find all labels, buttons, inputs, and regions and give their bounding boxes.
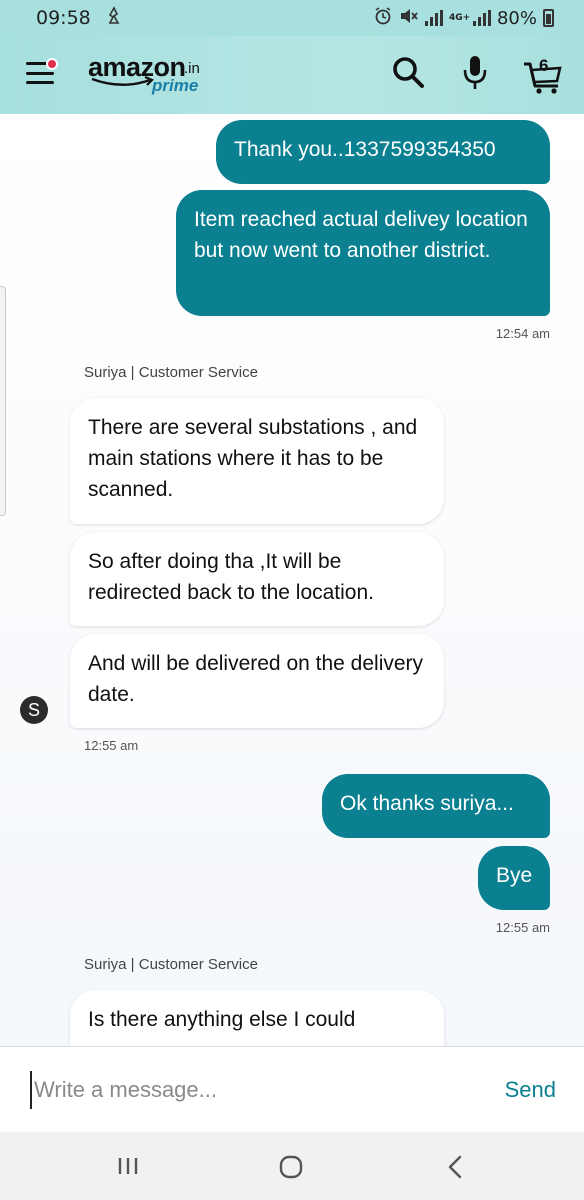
agent-avatar: S: [20, 696, 48, 724]
notification-dot: [46, 58, 58, 70]
message-composer: Send: [0, 1046, 584, 1132]
incoming-message[interactable]: So after doing tha ,It will be redirecte…: [70, 532, 444, 626]
message-input[interactable]: [30, 1071, 450, 1109]
cart-icon[interactable]: 6: [522, 54, 566, 94]
outgoing-message[interactable]: Item reached actual delivey location but…: [176, 190, 550, 316]
send-button[interactable]: Send: [505, 1077, 556, 1103]
battery-percent: 80%: [496, 7, 537, 29]
signal-icon: [424, 10, 443, 26]
status-left: 09:58: [36, 5, 123, 31]
incoming-message[interactable]: Is there anything else I could: [70, 990, 444, 1046]
message-timestamp: 12:54 am: [495, 326, 550, 341]
status-time: 09:58: [36, 7, 91, 29]
app-header: amazon .in prime 6: [0, 36, 584, 114]
cart-count: 6: [539, 56, 549, 75]
outgoing-message[interactable]: Ok thanks suriya...: [322, 774, 550, 838]
outgoing-message[interactable]: Bye: [478, 846, 550, 910]
search-icon[interactable]: [390, 54, 426, 95]
status-bar: 09:58 4G+ 80%: [0, 0, 584, 36]
battery-icon: [543, 9, 554, 27]
mute-icon: [399, 7, 419, 30]
incoming-message[interactable]: And will be delivered on the delivery da…: [70, 634, 444, 728]
alarm-icon: [373, 6, 393, 31]
system-nav-bar: [0, 1132, 584, 1200]
back-icon[interactable]: [444, 1154, 466, 1185]
recent-apps-icon[interactable]: [116, 1154, 140, 1183]
signal-icon-2: [472, 10, 491, 26]
logo-prime: prime: [152, 76, 199, 95]
smile-arrow-icon: [91, 76, 154, 86]
notification-icon: [105, 5, 123, 31]
agent-label: Suriya | Customer Service: [84, 956, 258, 973]
amazon-logo[interactable]: amazon .in prime: [88, 52, 218, 96]
network-label: 4G+: [448, 12, 471, 23]
outgoing-message[interactable]: Thank you..1337599354350: [216, 120, 550, 184]
agent-label: Suriya | Customer Service: [84, 364, 258, 381]
home-icon[interactable]: [278, 1154, 304, 1185]
chat-conversation[interactable]: Thank you..1337599354350 Item reached ac…: [0, 114, 584, 1046]
status-right: 4G+ 80%: [373, 6, 554, 31]
mic-icon[interactable]: [460, 54, 490, 97]
message-timestamp: 12:55 am: [84, 738, 139, 753]
incoming-message[interactable]: There are several substations , and main…: [70, 398, 444, 524]
logo-suffix: .in: [184, 60, 200, 77]
message-timestamp: 12:55 am: [495, 920, 550, 935]
scroll-handle[interactable]: [0, 286, 6, 516]
